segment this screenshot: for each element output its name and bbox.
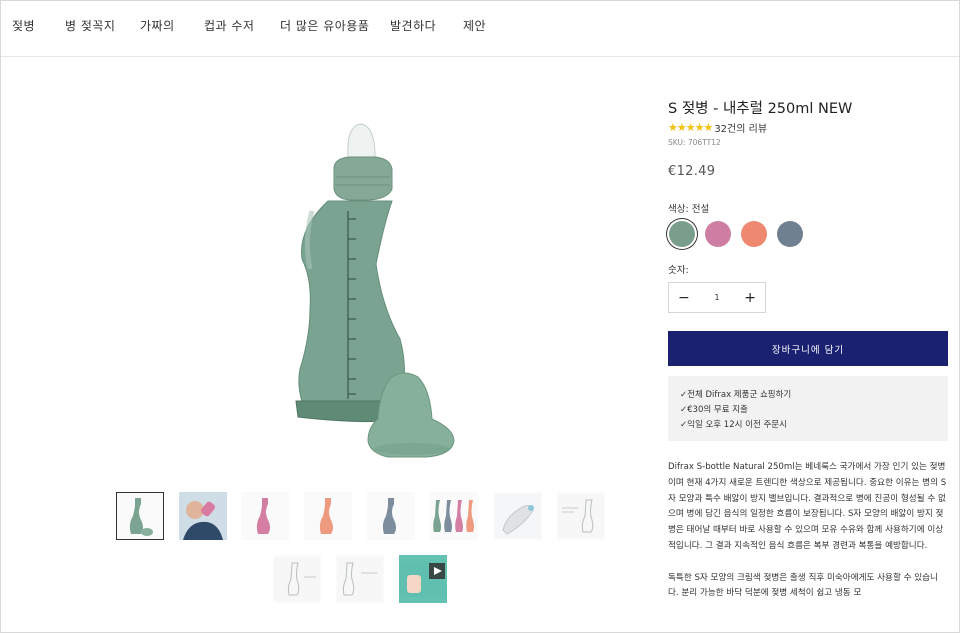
- product-price: €12.49: [668, 164, 716, 179]
- thumbnail-bottle-parts[interactable]: [273, 555, 321, 603]
- color-label: 색상: 전설: [668, 204, 710, 215]
- benefit-item: ✓익일 오후 12시 이전 주문시: [680, 420, 787, 430]
- thumbnail-bottle-coral[interactable]: [304, 492, 352, 540]
- nav-item-more-baby[interactable]: 더 많은 유아용품: [280, 17, 369, 34]
- nav-item-offers[interactable]: 제안: [463, 17, 486, 34]
- bottle-thumb-icon: [129, 498, 153, 536]
- bottle-parts-icon: [274, 557, 320, 601]
- child-photo-icon: [179, 492, 227, 540]
- quantity-stepper: − 1 +: [668, 282, 766, 313]
- product-title: S 젖병 - 내추럴 250ml NEW: [668, 101, 853, 117]
- thumbnail-child-drinking[interactable]: [179, 492, 227, 540]
- product-sku: SKU: 706TT12: [668, 138, 721, 147]
- bottle-pink-icon: [256, 498, 270, 534]
- star-rating-icon: ★★★★★: [668, 121, 713, 134]
- nav-item-bottles[interactable]: 젖병: [12, 17, 35, 34]
- baby-bottle-image: [295, 123, 455, 458]
- thumbnail-bottles-group[interactable]: [430, 492, 478, 540]
- thumbnail-bottle-diagram[interactable]: [557, 492, 605, 540]
- bottles-group-icon: [433, 500, 474, 532]
- benefit-item: ✓전체 Difrax 제품군 쇼핑하기: [680, 390, 792, 400]
- color-swatch-coral[interactable]: [741, 221, 767, 247]
- review-count[interactable]: 32건의 리뷰: [714, 120, 767, 135]
- description-paragraph: Difrax S-bottle Natural 250ml는 베네룩스 국가에서…: [668, 462, 947, 551]
- nav-item-pacifiers[interactable]: 가짜의: [140, 17, 175, 34]
- accessory-icon: [495, 494, 541, 538]
- thumbnail-bottle-green[interactable]: [116, 492, 164, 540]
- thumbnail-bottle-blue[interactable]: [367, 492, 415, 540]
- thumbnail-video[interactable]: [399, 555, 447, 603]
- quantity-increase-button[interactable]: +: [744, 291, 756, 305]
- quantity-value[interactable]: 1: [714, 293, 719, 302]
- bottle-outline-icon: [337, 557, 383, 601]
- top-navigation: 젖병 병 젖꼭지 가짜의 컵과 수저 더 많은 유아용품 발견하다 제안: [1, 1, 959, 57]
- diagram-icon: [558, 494, 604, 538]
- quantity-decrease-button[interactable]: −: [678, 291, 690, 305]
- color-swatch-green[interactable]: [669, 221, 695, 247]
- nav-item-cups-spoons[interactable]: 컵과 수저: [204, 17, 254, 34]
- benefit-item: ✓€30의 무료 지출: [680, 405, 748, 415]
- bottle-coral-icon: [319, 498, 333, 534]
- thumbnail-bottle-pink[interactable]: [241, 492, 289, 540]
- nav-item-teats[interactable]: 병 젖꼭지: [65, 17, 115, 34]
- color-swatch-pink[interactable]: [705, 221, 731, 247]
- product-description: Difrax S-bottle Natural 250ml는 베네룩스 국가에서…: [668, 460, 948, 602]
- quantity-label: 숫자:: [668, 265, 689, 276]
- benefits-box: ✓전체 Difrax 제품군 쇼핑하기 ✓€30의 무료 지출 ✓익일 오후 1…: [668, 376, 948, 441]
- nav-item-discover[interactable]: 발견하다: [390, 17, 436, 34]
- thumbnail-bottle-accessory[interactable]: [494, 492, 542, 540]
- description-paragraph: 독특한 S자 모양의 크림색 젖병은 출생 직후 미숙아에게도 사용할 수 있습…: [668, 572, 938, 599]
- add-to-cart-button[interactable]: 장바구니에 담기: [668, 331, 948, 366]
- thumbnail-bottle-outline[interactable]: [336, 555, 384, 603]
- video-play-icon: [399, 561, 447, 597]
- color-swatch-blue[interactable]: [777, 221, 803, 247]
- bottle-blue-icon: [382, 498, 396, 534]
- main-product-image[interactable]: [284, 119, 464, 459]
- product-rating[interactable]: ★★★★★ 32건의 리뷰: [668, 120, 767, 135]
